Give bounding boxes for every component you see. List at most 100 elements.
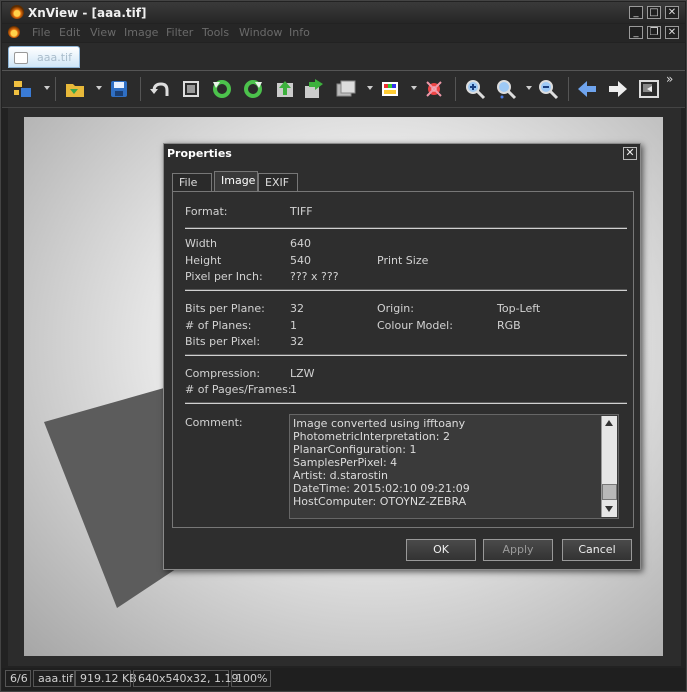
divider: [185, 289, 627, 291]
child-restore-button[interactable]: ❐: [647, 26, 661, 39]
bits-per-pixel-label: Bits per Pixel:: [185, 335, 261, 348]
planes-value: 1: [290, 319, 297, 332]
comment-line: PhotometricInterpretation: 2: [293, 430, 450, 443]
origin-label: Origin:: [377, 302, 414, 315]
comment-line: Image converted using ifftoany: [293, 417, 466, 430]
zoom-dropdown-icon[interactable]: [526, 86, 532, 90]
colour-model-label: Colour Model:: [377, 319, 453, 332]
comment-line: Artist: d.starostin: [293, 469, 389, 482]
fullscreen-icon[interactable]: [638, 78, 660, 100]
tab-image[interactable]: Image: [214, 171, 258, 191]
browser-icon[interactable]: [12, 78, 34, 100]
bits-per-plane-value: 32: [290, 302, 304, 315]
toolbar-separator: [140, 77, 141, 101]
width-label: Width: [185, 237, 217, 250]
maximize-button[interactable]: □: [647, 6, 661, 19]
child-close-button[interactable]: ✕: [665, 26, 679, 39]
divider: [185, 227, 627, 229]
pages-value: 1: [290, 383, 297, 396]
status-image-index: 6/6: [5, 670, 31, 687]
xnview-app-icon: [10, 5, 24, 19]
status-filesize: 919.12 KB: [75, 670, 137, 687]
origin-value: Top-Left: [497, 302, 541, 315]
status-image-info: 640x540x32, 1.19: [133, 670, 239, 687]
ok-button[interactable]: OK: [406, 539, 476, 561]
browser-dropdown-icon[interactable]: [44, 86, 50, 90]
dialog-title: Properties: [167, 147, 232, 160]
menu-tools[interactable]: Tools: [202, 26, 229, 39]
comment-line: SamplesPerPixel: 4: [293, 456, 398, 469]
previous-image-icon[interactable]: [576, 78, 598, 100]
apply-button[interactable]: Apply: [483, 539, 553, 561]
menu-info[interactable]: Info: [289, 26, 310, 39]
toolbar: »: [2, 71, 685, 108]
color-dropdown-icon[interactable]: [411, 86, 417, 90]
status-filename: aaa.tif: [33, 670, 75, 687]
image-file-icon: [14, 52, 28, 64]
batch-convert-icon[interactable]: [335, 78, 357, 100]
toolbar-separator: [55, 77, 56, 101]
menu-filter[interactable]: Filter: [166, 26, 193, 39]
ppi-label: Pixel per Inch:: [185, 270, 263, 283]
scroll-up-arrow-icon[interactable]: [605, 420, 613, 426]
menu-view[interactable]: View: [90, 26, 116, 39]
zoom-in-icon[interactable]: [464, 78, 486, 100]
export-up-icon[interactable]: [274, 78, 296, 100]
cancel-button[interactable]: Cancel: [562, 539, 632, 561]
title-bar: XnView - [aaa.tif] _ □ ✕: [2, 2, 685, 23]
batch-dropdown-icon[interactable]: [367, 86, 373, 90]
document-menu-icon[interactable]: [8, 26, 20, 38]
planes-label: # of Planes:: [185, 319, 252, 332]
zoom-out-icon[interactable]: [537, 78, 559, 100]
undo-icon[interactable]: [149, 78, 171, 100]
tab-file[interactable]: File: [172, 173, 212, 191]
print-size-label: Print Size: [377, 254, 429, 267]
format-value: TIFF: [290, 205, 313, 218]
toolbar-separator: [455, 77, 456, 101]
comment-line: DateTime: 2015:02:10 09:21:09: [293, 482, 470, 495]
toolbar-overflow-icon[interactable]: »: [666, 72, 673, 86]
toolbar-separator: [568, 77, 569, 101]
bits-per-plane-label: Bits per Plane:: [185, 302, 265, 315]
red-eye-icon[interactable]: [423, 78, 445, 100]
tab-exif[interactable]: EXIF: [258, 173, 298, 191]
color-adjust-icon[interactable]: [379, 78, 401, 100]
menu-edit[interactable]: Edit: [59, 26, 80, 39]
scroll-down-arrow-icon[interactable]: [605, 506, 613, 512]
status-zoom: 100%: [231, 670, 271, 687]
comment-line: PlanarConfiguration: 1: [293, 443, 417, 456]
compression-label: Compression:: [185, 367, 261, 380]
document-tab[interactable]: aaa.tif: [8, 46, 80, 68]
pages-label: # of Pages/Frames:: [185, 383, 292, 396]
rotate-left-icon[interactable]: [211, 78, 233, 100]
divider: [185, 402, 627, 404]
minimize-button[interactable]: _: [629, 6, 643, 19]
open-dropdown-icon[interactable]: [96, 86, 102, 90]
colour-model-value: RGB: [497, 319, 521, 332]
child-minimize-button[interactable]: _: [629, 26, 643, 39]
menu-window[interactable]: Window: [239, 26, 282, 39]
comment-textarea[interactable]: Image converted using ifftoany Photometr…: [289, 414, 619, 519]
rotate-right-icon[interactable]: [242, 78, 264, 100]
dialog-close-button[interactable]: ✕: [623, 147, 637, 160]
zoom-fit-icon[interactable]: [495, 78, 517, 100]
compression-value: LZW: [290, 367, 315, 380]
ppi-value: ??? x ???: [290, 270, 339, 283]
window-title: XnView - [aaa.tif]: [28, 6, 147, 20]
crop-icon[interactable]: [180, 78, 202, 100]
export-right-icon[interactable]: [303, 78, 325, 100]
comment-scrollbar[interactable]: [601, 416, 617, 517]
open-folder-icon[interactable]: [64, 78, 86, 100]
document-tab-bar: aaa.tif: [2, 43, 685, 71]
save-icon[interactable]: [108, 78, 130, 100]
close-button[interactable]: ✕: [665, 6, 679, 19]
scrollbar-thumb[interactable]: [602, 484, 617, 500]
next-image-icon[interactable]: [607, 78, 629, 100]
height-label: Height: [185, 254, 222, 267]
comment-label: Comment:: [185, 416, 243, 429]
bits-per-pixel-value: 32: [290, 335, 304, 348]
height-value: 540: [290, 254, 311, 267]
comment-line: HostComputer: OTOYNZ-ZEBRA: [293, 495, 467, 508]
menu-file[interactable]: File: [32, 26, 50, 39]
menu-image[interactable]: Image: [124, 26, 158, 39]
